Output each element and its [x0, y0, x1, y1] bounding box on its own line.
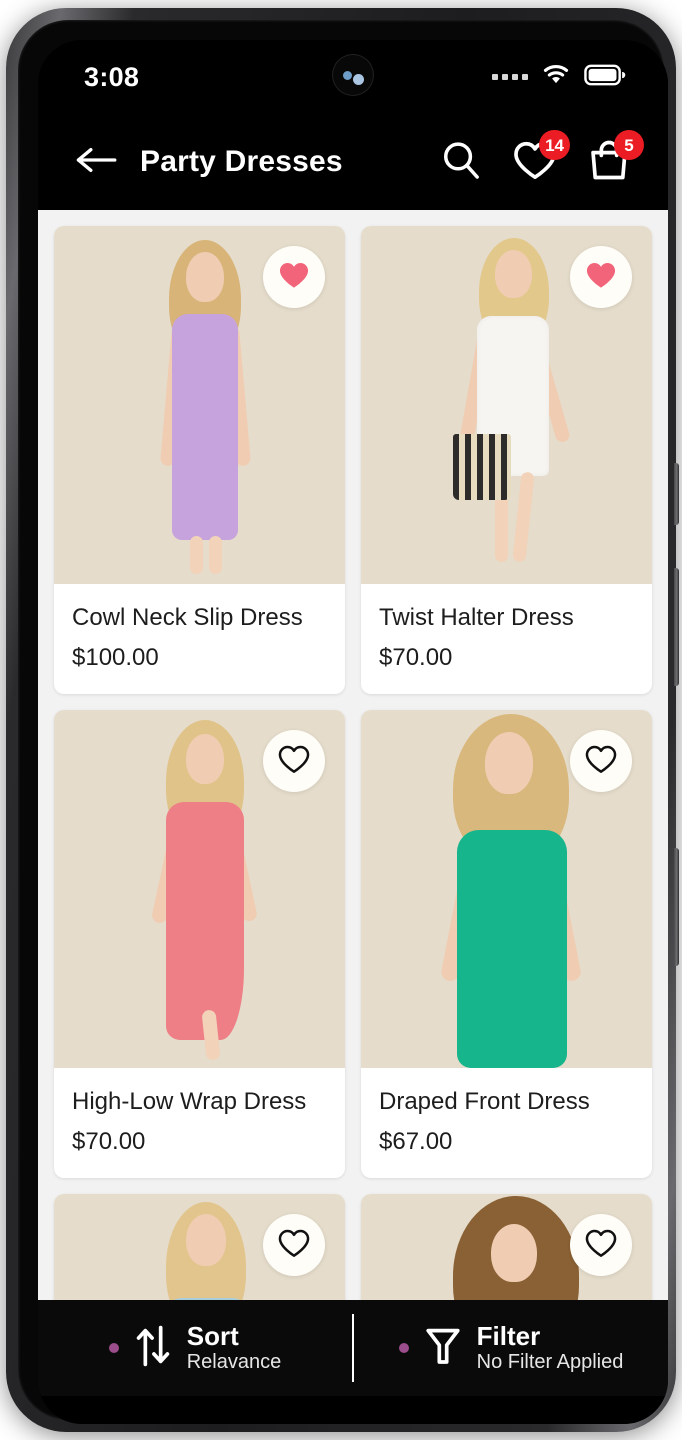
- search-button[interactable]: [436, 137, 486, 187]
- product-image: [54, 1194, 345, 1300]
- filter-value: No Filter Applied: [476, 1351, 624, 1374]
- product-info: Twist Halter Dress $70.00: [361, 584, 652, 694]
- signal-dots-icon: [492, 74, 528, 80]
- product-price: $70.00: [72, 1128, 146, 1155]
- favorite-button[interactable]: [570, 246, 632, 308]
- phone-device-frame: 3:08 Party Dresses 14 5 Cowl Neck Slip D…: [6, 8, 679, 1432]
- app-bar: Party Dresses 14 5: [38, 114, 668, 210]
- sort-button[interactable]: Sort Relavance: [38, 1300, 352, 1396]
- search-icon: [439, 138, 483, 187]
- product-grid-scroll-area[interactable]: Cowl Neck Slip Dress $100.00 Twist Halte…: [38, 210, 668, 1300]
- status-indicators: [492, 64, 626, 91]
- favorite-button[interactable]: [263, 1214, 325, 1276]
- device-inner-bezel: 3:08 Party Dresses 14 5 Cowl Neck Slip D…: [18, 20, 668, 1424]
- product-title: High-Low Wrap Dress: [72, 1088, 307, 1115]
- heart-outline-icon: [277, 743, 311, 780]
- sort-arrows-icon: [133, 1323, 173, 1374]
- favorite-button[interactable]: [263, 246, 325, 308]
- filter-status-dot-icon: [398, 1343, 409, 1353]
- favorite-button[interactable]: [263, 730, 325, 792]
- product-card[interactable]: High-Low Wrap Dress $70.00: [54, 710, 345, 1178]
- product-info: High-Low Wrap Dress $70.00: [54, 1068, 345, 1178]
- sort-status-dot-icon: [108, 1343, 119, 1353]
- product-image: [54, 226, 345, 584]
- front-camera-icon: [332, 54, 374, 96]
- sort-filter-bar: Sort Relavance Filter No Filter Applied: [38, 1300, 668, 1396]
- product-title: Cowl Neck Slip Dress: [72, 604, 303, 631]
- wishlist-button[interactable]: 14: [510, 130, 570, 187]
- arrow-left-icon: [74, 144, 118, 181]
- product-image: [361, 1194, 652, 1300]
- status-time: 3:08: [84, 61, 140, 92]
- product-card[interactable]: [361, 1194, 652, 1300]
- power-button[interactable]: [674, 463, 679, 525]
- product-card[interactable]: Draped Front Dress $67.00: [361, 710, 652, 1178]
- heart-outline-icon: [584, 743, 618, 780]
- volume-up-button[interactable]: [674, 568, 679, 686]
- wishlist-badge: 14: [539, 130, 570, 160]
- sort-text: Sort Relavance: [186, 1320, 282, 1374]
- product-info: Cowl Neck Slip Dress $100.00: [54, 584, 345, 694]
- product-title: Draped Front Dress: [379, 1088, 590, 1115]
- product-price: $100.00: [72, 644, 159, 671]
- heart-outline-icon: [584, 1227, 618, 1264]
- product-info: Draped Front Dress $67.00: [361, 1068, 652, 1178]
- battery-full-icon: [584, 64, 626, 91]
- product-card[interactable]: [54, 1194, 345, 1300]
- filter-label: Filter: [476, 1320, 541, 1351]
- product-price: $70.00: [379, 644, 453, 671]
- product-price: $67.00: [379, 1128, 453, 1155]
- back-button[interactable]: [70, 136, 122, 188]
- volume-down-button[interactable]: [674, 848, 679, 966]
- product-image: [361, 226, 652, 584]
- product-card[interactable]: Twist Halter Dress $70.00: [361, 226, 652, 694]
- product-image: [54, 710, 345, 1068]
- cart-badge: 5: [614, 130, 644, 160]
- product-grid: Cowl Neck Slip Dress $100.00 Twist Halte…: [54, 226, 652, 1300]
- home-indicator-area: [38, 1396, 668, 1424]
- heart-filled-icon: [584, 259, 618, 296]
- filter-text: Filter No Filter Applied: [476, 1320, 624, 1374]
- sort-label: Sort: [186, 1320, 239, 1351]
- product-card[interactable]: Cowl Neck Slip Dress $100.00: [54, 226, 345, 694]
- product-title: Twist Halter Dress: [379, 604, 574, 631]
- favorite-button[interactable]: [570, 1214, 632, 1276]
- phone-screen: 3:08 Party Dresses 14 5 Cowl Neck Slip D…: [38, 40, 668, 1424]
- heart-filled-icon: [277, 259, 311, 296]
- product-image: [361, 710, 652, 1068]
- cart-button[interactable]: 5: [584, 130, 644, 187]
- filter-button[interactable]: Filter No Filter Applied: [354, 1300, 668, 1396]
- wifi-icon: [541, 64, 571, 91]
- favorite-button[interactable]: [570, 730, 632, 792]
- page-title: Party Dresses: [140, 145, 343, 178]
- heart-outline-icon: [277, 1227, 311, 1264]
- app-bar-actions: 14 5: [436, 130, 644, 187]
- filter-funnel-icon: [423, 1324, 463, 1373]
- status-bar: 3:08: [38, 40, 668, 114]
- sort-value: Relavance: [186, 1351, 282, 1374]
